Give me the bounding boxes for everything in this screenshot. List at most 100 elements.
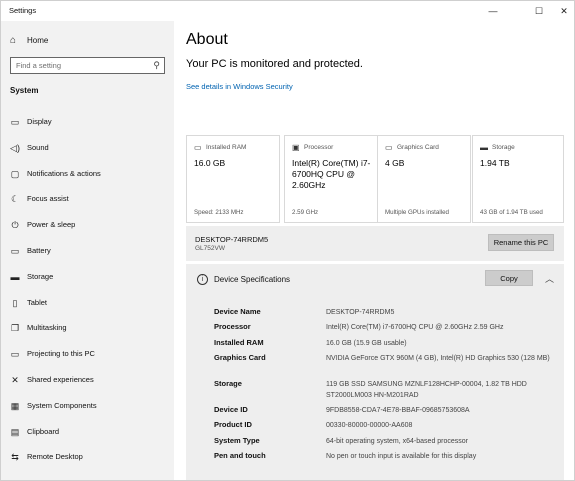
sidebar-item-label: Projecting to this PC: [27, 349, 95, 359]
main-content: About Your PC is monitored and protected…: [174, 21, 574, 480]
specs-heading: Device Specifications: [214, 275, 291, 284]
sidebar-item-label: Sound: [27, 142, 49, 152]
device-name: DESKTOP-74RRDM5: [195, 235, 269, 244]
spec-key: Storage: [214, 379, 242, 388]
rename-pc-button[interactable]: Rename this PC: [488, 234, 554, 251]
card-value: 16.0 GB: [194, 158, 226, 168]
spec-value: 00330-80000-00000-AA608: [326, 422, 413, 429]
graphics-card-icon: ▭: [385, 143, 393, 152]
spec-key: Device Name: [214, 307, 261, 316]
remote-desktop-icon: ⇆: [11, 452, 19, 463]
spec-key: Processor: [214, 322, 251, 331]
sidebar-home[interactable]: ⌂ Home: [1, 32, 174, 50]
processor-icon: ▣: [292, 143, 300, 152]
sidebar-home-label: Home: [27, 36, 49, 45]
card-value: Intel(R) Core(TM) i7-6700HQ CPU @ 2.60GH…: [292, 158, 371, 190]
sidebar-item-label: Focus assist: [27, 194, 69, 204]
storage-icon: ▬: [480, 143, 488, 152]
sidebar-list: ▭ Display ◁) Sound ▢ Notifications & act…: [1, 109, 174, 470]
sidebar-item-display[interactable]: ▭ Display: [1, 109, 174, 135]
sidebar-item-label: Clipboard: [27, 426, 60, 436]
card-installed-ram: ▭ Installed RAM 16.0 GB Speed: 2133 MHz: [186, 135, 280, 223]
sidebar-item-remote-desktop[interactable]: ⇆ Remote Desktop: [1, 444, 174, 470]
search-placeholder: Find a setting: [16, 61, 62, 70]
spec-key: Device ID: [214, 405, 248, 414]
chevron-up-icon[interactable]: ︿: [545, 272, 554, 285]
card-storage: ▬ Storage 1.94 TB 43 GB of 1.94 TB used: [472, 135, 564, 223]
card-subtext: Multiple GPUs installed: [385, 209, 449, 216]
sidebar-item-focus-assist[interactable]: ☾ Focus assist: [1, 186, 174, 212]
shared-icon: ✕: [11, 374, 19, 385]
moon-icon: ☾: [10, 194, 20, 205]
spec-key: Graphics Card: [214, 353, 266, 362]
device-specifications-panel: i Device Specifications Copy ︿ Device Na…: [186, 264, 564, 480]
sidebar-item-label: Notifications & actions: [27, 168, 101, 178]
sidebar-item-label: Display: [27, 117, 52, 126]
card-label: Installed RAM: [206, 144, 247, 151]
home-icon: ⌂: [10, 35, 17, 46]
sidebar-item-label: System Components: [27, 400, 97, 410]
device-name-panel: DESKTOP-74RRDM5 GL752VW Rename this PC: [186, 226, 564, 261]
copy-button[interactable]: Copy: [485, 270, 533, 286]
search-icon: ⚲: [153, 60, 160, 70]
card-label: Processor: [304, 144, 334, 151]
window-title: Settings: [9, 6, 37, 15]
windows-security-link[interactable]: See details in Windows Security: [186, 82, 293, 91]
battery-icon: ▭: [10, 245, 20, 256]
projecting-icon: ▭: [10, 349, 20, 360]
sidebar-item-tablet[interactable]: ▯ Tablet: [1, 290, 174, 316]
sidebar-item-label: Power & sleep: [27, 220, 76, 230]
ram-icon: ▭: [194, 143, 202, 152]
spec-value: DESKTOP-74RRDM5: [326, 309, 395, 316]
search-input[interactable]: Find a setting ⚲: [10, 57, 165, 74]
power-icon: ⏻: [11, 220, 19, 231]
sidebar-item-label: Tablet: [27, 297, 48, 307]
sidebar-section-title: System: [10, 86, 39, 95]
display-icon: ▭: [10, 117, 20, 127]
card-label: Storage: [492, 144, 515, 151]
spec-value: 119 GB SSD SAMSUNG MZNLF128HCHP-00004, 1…: [326, 381, 527, 399]
tablet-icon: ▯: [12, 297, 18, 308]
sidebar-item-label: Shared experiences: [27, 374, 94, 384]
sidebar-item-storage[interactable]: ▬ Storage: [1, 264, 174, 290]
protection-status: Your PC is monitored and protected.: [186, 58, 363, 70]
card-processor: ▣ Processor Intel(R) Core(TM) i7-6700HQ …: [284, 135, 378, 223]
spec-value: 64-bit operating system, x64-based proce…: [326, 438, 469, 445]
sidebar-item-sound[interactable]: ◁) Sound: [1, 135, 174, 161]
card-label: Graphics Card: [397, 144, 439, 151]
sidebar-item-label: Remote Desktop: [27, 452, 83, 462]
sidebar-item-battery[interactable]: ▭ Battery: [1, 238, 174, 264]
info-icon: i: [197, 274, 208, 285]
sidebar-item-notifications[interactable]: ▢ Notifications & actions: [1, 161, 174, 187]
device-model: GL752VW: [195, 245, 225, 252]
spec-value: 9FDB8558-CDA7-4E78-BBAF-09685753608A: [326, 407, 470, 414]
close-button[interactable]: ✕: [549, 1, 574, 21]
card-value: 4 GB: [385, 158, 405, 168]
multitasking-icon: ❐: [10, 323, 20, 334]
spec-value: 16.0 GB (15.9 GB usable): [326, 340, 407, 347]
card-subtext: Speed: 2133 MHz: [194, 209, 244, 216]
card-graphics: ▭ Graphics Card 4 GB Multiple GPUs insta…: [377, 135, 471, 223]
settings-window: Settings — ☐ ✕ ⌂ Home Find a setting ⚲ S…: [0, 0, 575, 481]
spec-key: System Type: [214, 436, 260, 445]
sidebar-item-projecting[interactable]: ▭ Projecting to this PC: [1, 341, 174, 367]
spec-key: Installed RAM: [214, 338, 264, 347]
sidebar-item-label: Storage: [27, 271, 54, 281]
title-bar: Settings — ☐ ✕: [1, 1, 574, 21]
card-subtext: 2.59 GHz: [292, 209, 319, 216]
spec-value: Intel(R) Core(TM) i7-6700HQ CPU @ 2.60GH…: [326, 324, 504, 331]
sidebar-item-power-sleep[interactable]: ⏻ Power & sleep: [1, 212, 174, 238]
notification-icon: ▢: [10, 168, 20, 179]
spec-cards: ▭ Installed RAM 16.0 GB Speed: 2133 MHz …: [186, 135, 564, 223]
sidebar-item-system-components[interactable]: ▦ System Components: [1, 393, 174, 419]
clipboard-icon: ▤: [10, 426, 20, 437]
minimize-button[interactable]: —: [478, 1, 508, 21]
sidebar-item-label: Battery: [27, 245, 51, 255]
spec-value: No pen or touch input is available for t…: [326, 453, 477, 460]
spec-value: NVIDIA GeForce GTX 960M (4 GB), Intel(R)…: [326, 355, 550, 362]
card-subtext: 43 GB of 1.94 TB used: [480, 209, 543, 216]
components-icon: ▦: [10, 400, 20, 411]
sidebar-item-shared-experiences[interactable]: ✕ Shared experiences: [1, 367, 174, 393]
sidebar-item-clipboard[interactable]: ▤ Clipboard: [1, 419, 174, 445]
sidebar-item-multitasking[interactable]: ❐ Multitasking: [1, 315, 174, 341]
